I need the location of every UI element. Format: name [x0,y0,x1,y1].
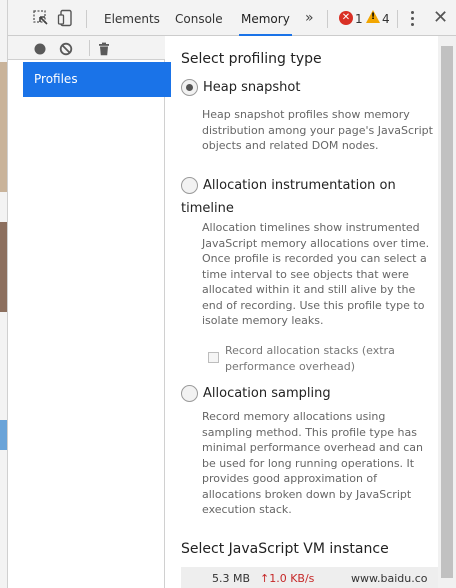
error-count[interactable]: 1 [355,0,363,36]
kebab-menu-icon[interactable] [411,11,415,27]
profiles-sidebar: Profiles [8,36,171,588]
vm-allocation-rate: ↑1.0 KB/s [260,572,315,585]
sidebar-toolbar-separator [89,40,90,56]
allocation-timeline-label-continued[interactable]: timeline [181,198,234,220]
warning-count[interactable]: 4 [382,0,390,36]
toolbar-separator [327,10,328,28]
allocation-timeline-radio[interactable] [181,177,198,194]
record-stacks-checkbox[interactable] [208,352,219,363]
tab-elements[interactable]: Elements [102,0,162,36]
profile-launcher: Select profiling type Heap snapshot Heap… [165,36,438,588]
tab-memory[interactable]: Memory [239,0,292,36]
record-icon[interactable] [33,41,47,55]
toolbar-separator [86,10,87,28]
vm-heap-size: 5.3 MB [212,572,251,585]
warning-icon[interactable]: ! [366,10,380,23]
toolbar-separator [397,10,398,28]
allocation-sampling-description: Record memory allocations using sampling… [202,410,423,516]
vm-url: www.baidu.co [351,572,428,585]
clear-icon[interactable] [59,41,73,56]
scrollbar-thumb[interactable] [441,46,453,578]
device-toolbar-icon[interactable] [57,9,75,27]
vertical-scrollbar[interactable] [438,36,456,588]
close-icon[interactable]: ✕ [433,0,448,36]
allocation-timeline-label[interactable]: Allocation instrumentation on [203,175,396,197]
more-tabs-icon[interactable]: » [305,0,314,36]
allocation-timeline-description: Allocation timelines show instrumented J… [202,221,430,327]
inspect-element-icon[interactable] [32,9,50,27]
record-stacks-label[interactable]: Record allocation stacks (extra performa… [225,343,405,374]
inspected-page-edge [0,0,8,588]
page-image-fragment [0,62,7,192]
allocation-sampling-label[interactable]: Allocation sampling [203,383,331,405]
tab-console[interactable]: Console [173,0,225,36]
profiling-type-heading: Select profiling type [181,51,322,67]
vm-instance-row[interactable]: 5.3 MB ↑1.0 KB/s www.baidu.co [181,567,438,588]
heap-snapshot-label[interactable]: Heap snapshot [203,77,300,99]
garbage-collect-icon[interactable] [97,41,111,56]
error-icon[interactable]: ✕ [339,11,353,25]
page-image-fragment [0,222,7,312]
devtools-toolbar: Elements Console Memory » ✕ 1 ! 4 ✕ [8,0,456,36]
sidebar-item-profiles[interactable]: Profiles [23,62,171,97]
sidebar-toolbar [8,36,165,60]
heap-snapshot-radio[interactable] [181,79,198,96]
heap-snapshot-description: Heap snapshot profiles show memory distr… [202,108,433,152]
allocation-sampling-radio[interactable] [181,385,198,402]
vm-instance-heading: Select JavaScript VM instance [181,541,389,557]
page-image-fragment [0,420,7,450]
